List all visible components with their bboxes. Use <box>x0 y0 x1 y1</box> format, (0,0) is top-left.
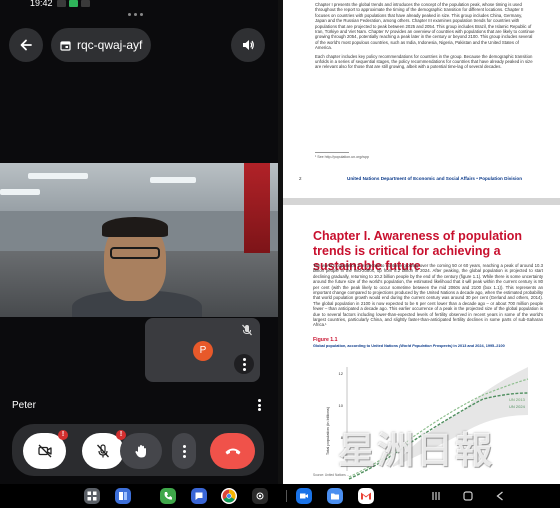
back-button[interactable] <box>9 28 43 62</box>
figure-caption: Global population, according to United N… <box>313 344 505 348</box>
legend-label-un-2013: UN 2013 <box>509 397 526 402</box>
speaker-icon <box>243 40 254 50</box>
mic-toggle-button[interactable]: ! <box>82 430 126 469</box>
running-head: United Nations Department of Economic an… <box>347 176 522 181</box>
messages-app-icon[interactable] <box>191 488 207 504</box>
figure-label: Figure 1.1 <box>313 337 338 343</box>
taskbar-divider <box>286 490 287 502</box>
participant-video[interactable] <box>0 163 278 317</box>
participant-name: Peter <box>12 400 36 411</box>
messages-notification-icon <box>69 0 78 7</box>
hand-icon <box>135 445 146 458</box>
paragraph: Each chapter includes key policy recomme… <box>315 53 533 70</box>
taskbar <box>0 484 560 508</box>
status-time: 19:42 <box>30 0 53 8</box>
page-body: Chapter I presents the global trends and… <box>315 2 535 73</box>
document-viewer-pane[interactable]: Chapter I presents the global trends and… <box>283 0 560 484</box>
call-controls: ! ! <box>12 424 264 476</box>
camera-alert-badge: ! <box>58 430 68 440</box>
more-options-button[interactable] <box>172 433 196 469</box>
files-app-icon[interactable] <box>327 488 343 504</box>
mic-off-icon <box>242 324 252 336</box>
screen: 19:42 rqc-qwaj-ayf P Peter ! ! Chapter I… <box>0 0 560 508</box>
recent-apps-pair-icon[interactable] <box>115 488 131 504</box>
camera-toggle-button[interactable]: ! <box>23 430 68 469</box>
phone-hangup-icon <box>225 448 240 455</box>
raise-hand-button[interactable] <box>120 433 162 469</box>
meet-call-pane: 19:42 rqc-qwaj-ayf P Peter ! ! <box>0 0 278 484</box>
page-number: 2 <box>299 176 302 181</box>
y-axis-label: Total population (in billions) <box>325 406 330 455</box>
legend-label-un-2024: UN 2024 <box>509 404 526 409</box>
back-nav-icon[interactable] <box>494 490 506 502</box>
end-call-button[interactable] <box>210 433 255 469</box>
audio-output-button[interactable] <box>231 28 265 62</box>
recents-nav-icon[interactable] <box>430 490 442 502</box>
document-page: Chapter I presents the global trends and… <box>283 0 560 198</box>
meeting-code: rqc-qwaj-ayf <box>77 38 143 52</box>
footnote: ¹ See http://population.un.org/wpp <box>315 155 369 159</box>
arrow-left-icon <box>20 39 32 51</box>
meet-app-icon[interactable] <box>296 488 312 504</box>
page-body: The world's population is expected to co… <box>313 263 543 328</box>
gmail-app-icon[interactable] <box>358 488 374 504</box>
newspaper-watermark: 星洲日報 <box>338 428 494 472</box>
calendar-icon <box>60 40 71 51</box>
y-tick-label: 10 <box>339 403 344 408</box>
meeting-info-button[interactable]: rqc-qwaj-ayf <box>51 28 151 62</box>
phone-app-icon[interactable] <box>160 488 176 504</box>
self-tile-more-button[interactable] <box>234 354 254 374</box>
status-bar: 19:42 <box>0 0 278 10</box>
more-vert-icon <box>242 357 246 371</box>
camera-off-icon <box>37 444 52 458</box>
participant-more-button[interactable] <box>254 397 264 413</box>
y-tick-label: 12 <box>339 371 344 376</box>
app-drawer-icon[interactable] <box>84 488 100 504</box>
camera-app-icon[interactable] <box>252 488 268 504</box>
footnote-divider <box>315 152 349 153</box>
notification-icon <box>57 0 66 7</box>
window-drag-handle[interactable] <box>128 13 150 17</box>
avatar: P <box>193 341 213 361</box>
mic-off-icon <box>97 444 109 458</box>
chrome-app-icon[interactable] <box>221 488 237 504</box>
home-nav-icon[interactable] <box>462 490 474 502</box>
paragraph: Chapter I presents the global trends and… <box>315 2 535 51</box>
notification-icon-2 <box>81 0 90 7</box>
self-view-tile[interactable]: P <box>145 318 260 382</box>
